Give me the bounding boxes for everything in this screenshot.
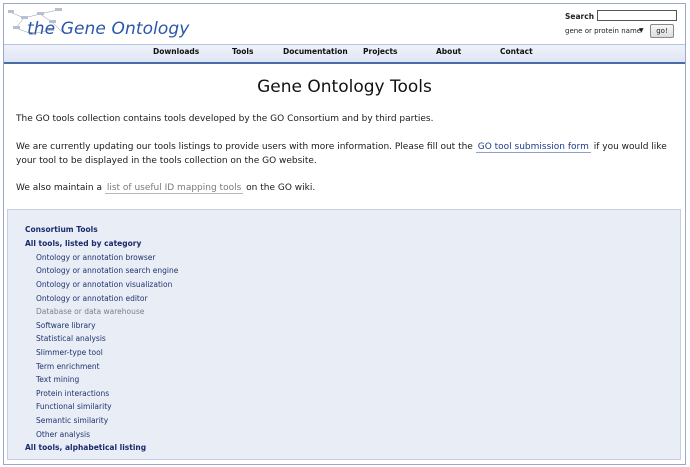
category-functional-similarity[interactable]: Functional similarity (36, 402, 112, 411)
update-text-before: We are currently updating our tools list… (16, 142, 473, 152)
category-statistical-analysis[interactable]: Statistical analysis (36, 334, 106, 343)
mapping-paragraph: We also maintain a list of useful ID map… (16, 182, 680, 196)
category-ontology-editor[interactable]: Ontology or annotation editor (36, 294, 148, 303)
category-other-analysis[interactable]: Other analysis (36, 430, 90, 439)
search-input[interactable] (597, 10, 677, 21)
go-button[interactable]: go! (650, 24, 674, 38)
page-title: Gene Ontology Tools (257, 77, 432, 97)
category-ontology-visualization[interactable]: Ontology or annotation visualization (36, 280, 172, 289)
mapping-text-after: on the GO wiki. (246, 183, 316, 193)
logo-text: the Gene Ontology (27, 19, 190, 39)
search-label: Search (565, 12, 595, 21)
mapping-text-before: We also maintain a (16, 183, 102, 193)
tools-listing-box: Consortium Tools All tools, listed by ca… (7, 209, 681, 460)
nav-contact[interactable]: Contact (500, 47, 533, 56)
search-type-select[interactable]: gene or protein name ▼ (565, 25, 645, 37)
category-ontology-browser[interactable]: Ontology or annotation browser (36, 253, 155, 262)
category-protein-interactions[interactable]: Protein interactions (36, 389, 109, 398)
site-logo[interactable]: the Gene Ontology (4, 4, 204, 44)
nav-downloads[interactable]: Downloads (153, 47, 199, 56)
search-type-value: gene or protein name (565, 27, 642, 35)
category-text-mining[interactable]: Text mining (36, 375, 79, 384)
category-term-enrichment[interactable]: Term enrichment (36, 362, 100, 371)
category-database[interactable]: Database or data warehouse (36, 307, 144, 316)
nav-documentation[interactable]: Documentation (283, 47, 348, 56)
intro-paragraph: The GO tools collection contains tools d… (16, 114, 434, 124)
main-nav: Downloads Tools Documentation Projects A… (4, 44, 685, 64)
category-slimmer-tool[interactable]: Slimmer-type tool (36, 348, 103, 357)
browser-page: the Gene Ontology Search gene or protein… (3, 3, 686, 465)
tool-submission-link[interactable]: GO tool submission form (475, 142, 591, 153)
category-ontology-search[interactable]: Ontology or annotation search engine (36, 266, 178, 275)
category-software-library[interactable]: Software library (36, 321, 96, 330)
tools-by-category-link[interactable]: All tools, listed by category (25, 239, 141, 248)
category-semantic-similarity[interactable]: Semantic similarity (36, 416, 108, 425)
nav-tools[interactable]: Tools (232, 47, 253, 56)
update-paragraph: We are currently updating our tools list… (16, 141, 680, 168)
consortium-tools-link[interactable]: Consortium Tools (25, 225, 98, 234)
id-mapping-tools-link[interactable]: list of useful ID mapping tools (104, 183, 244, 194)
site-header: the Gene Ontology Search gene or protein… (4, 4, 685, 45)
nav-projects[interactable]: Projects (363, 47, 398, 56)
chevron-down-icon: ▼ (639, 27, 644, 34)
nav-about[interactable]: About (436, 47, 461, 56)
tools-alphabetical-link[interactable]: All tools, alphabetical listing (25, 443, 146, 452)
